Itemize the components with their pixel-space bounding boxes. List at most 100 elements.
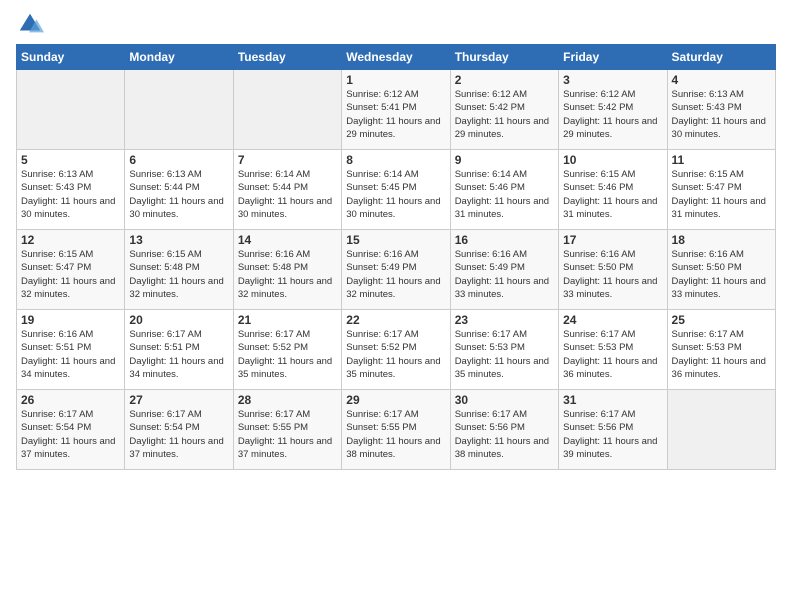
- calendar-cell: 19Sunrise: 6:16 AM Sunset: 5:51 PM Dayli…: [17, 310, 125, 390]
- day-number: 12: [21, 233, 120, 247]
- day-header-thursday: Thursday: [450, 45, 558, 70]
- day-info: Sunrise: 6:16 AM Sunset: 5:49 PM Dayligh…: [346, 248, 445, 301]
- logo: [16, 10, 48, 38]
- day-info: Sunrise: 6:13 AM Sunset: 5:43 PM Dayligh…: [672, 88, 771, 141]
- day-number: 1: [346, 73, 445, 87]
- day-info: Sunrise: 6:15 AM Sunset: 5:47 PM Dayligh…: [672, 168, 771, 221]
- calendar-cell: 15Sunrise: 6:16 AM Sunset: 5:49 PM Dayli…: [342, 230, 450, 310]
- day-number: 21: [238, 313, 337, 327]
- day-info: Sunrise: 6:16 AM Sunset: 5:50 PM Dayligh…: [563, 248, 662, 301]
- day-number: 10: [563, 153, 662, 167]
- day-header-tuesday: Tuesday: [233, 45, 341, 70]
- day-info: Sunrise: 6:17 AM Sunset: 5:56 PM Dayligh…: [455, 408, 554, 461]
- calendar-cell: 10Sunrise: 6:15 AM Sunset: 5:46 PM Dayli…: [559, 150, 667, 230]
- calendar-cell: 12Sunrise: 6:15 AM Sunset: 5:47 PM Dayli…: [17, 230, 125, 310]
- day-info: Sunrise: 6:17 AM Sunset: 5:51 PM Dayligh…: [129, 328, 228, 381]
- day-info: Sunrise: 6:17 AM Sunset: 5:53 PM Dayligh…: [563, 328, 662, 381]
- day-info: Sunrise: 6:17 AM Sunset: 5:55 PM Dayligh…: [346, 408, 445, 461]
- calendar-cell: 24Sunrise: 6:17 AM Sunset: 5:53 PM Dayli…: [559, 310, 667, 390]
- day-number: 7: [238, 153, 337, 167]
- day-number: 18: [672, 233, 771, 247]
- calendar-cell: 22Sunrise: 6:17 AM Sunset: 5:52 PM Dayli…: [342, 310, 450, 390]
- day-info: Sunrise: 6:15 AM Sunset: 5:46 PM Dayligh…: [563, 168, 662, 221]
- day-number: 19: [21, 313, 120, 327]
- calendar-header-row: SundayMondayTuesdayWednesdayThursdayFrid…: [17, 45, 776, 70]
- calendar-week-4: 19Sunrise: 6:16 AM Sunset: 5:51 PM Dayli…: [17, 310, 776, 390]
- calendar-table: SundayMondayTuesdayWednesdayThursdayFrid…: [16, 44, 776, 470]
- day-info: Sunrise: 6:17 AM Sunset: 5:52 PM Dayligh…: [238, 328, 337, 381]
- day-number: 17: [563, 233, 662, 247]
- calendar-cell: 8Sunrise: 6:14 AM Sunset: 5:45 PM Daylig…: [342, 150, 450, 230]
- day-number: 16: [455, 233, 554, 247]
- calendar-cell: 9Sunrise: 6:14 AM Sunset: 5:46 PM Daylig…: [450, 150, 558, 230]
- day-number: 26: [21, 393, 120, 407]
- day-header-sunday: Sunday: [17, 45, 125, 70]
- page: SundayMondayTuesdayWednesdayThursdayFrid…: [0, 0, 792, 612]
- day-number: 30: [455, 393, 554, 407]
- day-number: 27: [129, 393, 228, 407]
- day-number: 13: [129, 233, 228, 247]
- calendar-cell: 25Sunrise: 6:17 AM Sunset: 5:53 PM Dayli…: [667, 310, 775, 390]
- day-info: Sunrise: 6:14 AM Sunset: 5:45 PM Dayligh…: [346, 168, 445, 221]
- calendar-cell: 23Sunrise: 6:17 AM Sunset: 5:53 PM Dayli…: [450, 310, 558, 390]
- header: [16, 10, 776, 38]
- calendar-week-2: 5Sunrise: 6:13 AM Sunset: 5:43 PM Daylig…: [17, 150, 776, 230]
- day-number: 2: [455, 73, 554, 87]
- calendar-week-5: 26Sunrise: 6:17 AM Sunset: 5:54 PM Dayli…: [17, 390, 776, 470]
- day-info: Sunrise: 6:12 AM Sunset: 5:41 PM Dayligh…: [346, 88, 445, 141]
- calendar-cell: 16Sunrise: 6:16 AM Sunset: 5:49 PM Dayli…: [450, 230, 558, 310]
- day-info: Sunrise: 6:15 AM Sunset: 5:47 PM Dayligh…: [21, 248, 120, 301]
- calendar-cell: 13Sunrise: 6:15 AM Sunset: 5:48 PM Dayli…: [125, 230, 233, 310]
- calendar-cell: 27Sunrise: 6:17 AM Sunset: 5:54 PM Dayli…: [125, 390, 233, 470]
- calendar-cell: 30Sunrise: 6:17 AM Sunset: 5:56 PM Dayli…: [450, 390, 558, 470]
- calendar-cell: 2Sunrise: 6:12 AM Sunset: 5:42 PM Daylig…: [450, 70, 558, 150]
- day-info: Sunrise: 6:12 AM Sunset: 5:42 PM Dayligh…: [563, 88, 662, 141]
- calendar-cell: 1Sunrise: 6:12 AM Sunset: 5:41 PM Daylig…: [342, 70, 450, 150]
- day-info: Sunrise: 6:16 AM Sunset: 5:50 PM Dayligh…: [672, 248, 771, 301]
- day-number: 9: [455, 153, 554, 167]
- calendar-cell: [125, 70, 233, 150]
- day-number: 29: [346, 393, 445, 407]
- day-info: Sunrise: 6:17 AM Sunset: 5:53 PM Dayligh…: [455, 328, 554, 381]
- day-info: Sunrise: 6:17 AM Sunset: 5:55 PM Dayligh…: [238, 408, 337, 461]
- day-info: Sunrise: 6:17 AM Sunset: 5:52 PM Dayligh…: [346, 328, 445, 381]
- day-number: 6: [129, 153, 228, 167]
- day-number: 24: [563, 313, 662, 327]
- day-info: Sunrise: 6:13 AM Sunset: 5:44 PM Dayligh…: [129, 168, 228, 221]
- day-number: 11: [672, 153, 771, 167]
- day-info: Sunrise: 6:17 AM Sunset: 5:54 PM Dayligh…: [21, 408, 120, 461]
- day-number: 4: [672, 73, 771, 87]
- calendar-cell: 7Sunrise: 6:14 AM Sunset: 5:44 PM Daylig…: [233, 150, 341, 230]
- day-info: Sunrise: 6:16 AM Sunset: 5:51 PM Dayligh…: [21, 328, 120, 381]
- calendar-cell: 21Sunrise: 6:17 AM Sunset: 5:52 PM Dayli…: [233, 310, 341, 390]
- day-info: Sunrise: 6:12 AM Sunset: 5:42 PM Dayligh…: [455, 88, 554, 141]
- day-number: 23: [455, 313, 554, 327]
- calendar-cell: 28Sunrise: 6:17 AM Sunset: 5:55 PM Dayli…: [233, 390, 341, 470]
- day-info: Sunrise: 6:17 AM Sunset: 5:53 PM Dayligh…: [672, 328, 771, 381]
- calendar-cell: 11Sunrise: 6:15 AM Sunset: 5:47 PM Dayli…: [667, 150, 775, 230]
- day-number: 15: [346, 233, 445, 247]
- day-number: 28: [238, 393, 337, 407]
- day-number: 8: [346, 153, 445, 167]
- day-number: 25: [672, 313, 771, 327]
- day-number: 22: [346, 313, 445, 327]
- day-info: Sunrise: 6:16 AM Sunset: 5:48 PM Dayligh…: [238, 248, 337, 301]
- day-number: 20: [129, 313, 228, 327]
- calendar-week-1: 1Sunrise: 6:12 AM Sunset: 5:41 PM Daylig…: [17, 70, 776, 150]
- day-info: Sunrise: 6:14 AM Sunset: 5:44 PM Dayligh…: [238, 168, 337, 221]
- day-info: Sunrise: 6:13 AM Sunset: 5:43 PM Dayligh…: [21, 168, 120, 221]
- day-header-friday: Friday: [559, 45, 667, 70]
- day-number: 5: [21, 153, 120, 167]
- day-header-saturday: Saturday: [667, 45, 775, 70]
- calendar-cell: 20Sunrise: 6:17 AM Sunset: 5:51 PM Dayli…: [125, 310, 233, 390]
- calendar-cell: [233, 70, 341, 150]
- calendar-cell: 4Sunrise: 6:13 AM Sunset: 5:43 PM Daylig…: [667, 70, 775, 150]
- calendar-cell: 6Sunrise: 6:13 AM Sunset: 5:44 PM Daylig…: [125, 150, 233, 230]
- calendar-cell: 29Sunrise: 6:17 AM Sunset: 5:55 PM Dayli…: [342, 390, 450, 470]
- calendar-cell: [667, 390, 775, 470]
- calendar-cell: 26Sunrise: 6:17 AM Sunset: 5:54 PM Dayli…: [17, 390, 125, 470]
- logo-icon: [16, 10, 44, 38]
- day-info: Sunrise: 6:17 AM Sunset: 5:56 PM Dayligh…: [563, 408, 662, 461]
- calendar-cell: 31Sunrise: 6:17 AM Sunset: 5:56 PM Dayli…: [559, 390, 667, 470]
- calendar-week-3: 12Sunrise: 6:15 AM Sunset: 5:47 PM Dayli…: [17, 230, 776, 310]
